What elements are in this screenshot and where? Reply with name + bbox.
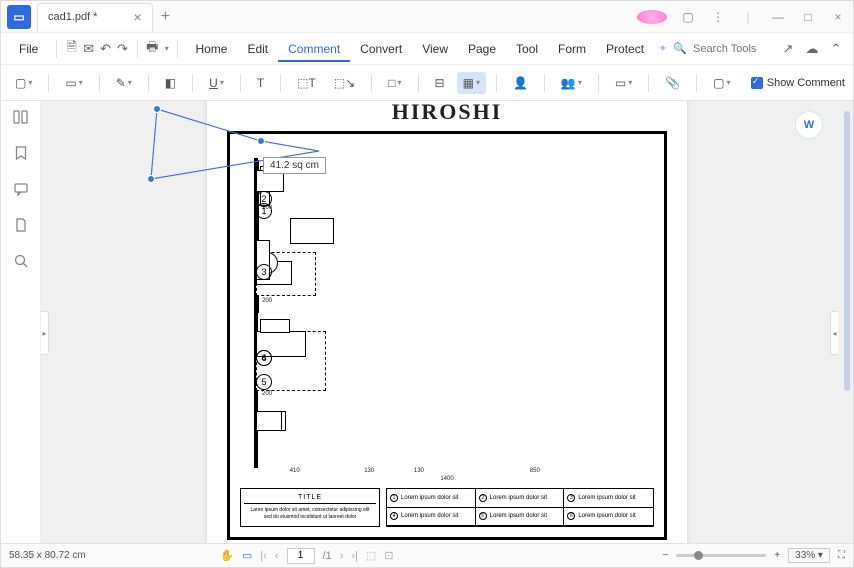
legend-item: 3Lorem ipsum dolor sit xyxy=(564,489,653,508)
measurement-readout: 41.2 sq cm xyxy=(263,157,326,174)
title-block: TITLE Laren ipsum dolor sit amet, consec… xyxy=(240,488,380,527)
legend-item: 2Lorem ipsum dolor sit xyxy=(476,489,565,508)
statusbar: 58.35 x 80.72 cm ✋ ▭ |‹ ‹ /1 › ›| ⬚ ⊡ − … xyxy=(1,543,853,567)
tab-title: cad1.pdf * xyxy=(48,11,98,23)
hand-tool-icon[interactable]: ✋ xyxy=(220,549,234,562)
menu-view[interactable]: View xyxy=(412,38,458,60)
search-icon: 🔍 xyxy=(673,42,687,55)
search-input[interactable] xyxy=(693,43,773,55)
page-input[interactable] xyxy=(287,548,315,564)
menu-convert[interactable]: Convert xyxy=(350,38,412,60)
first-page-icon[interactable]: |‹ xyxy=(260,550,267,562)
word-export-button[interactable]: W xyxy=(795,111,823,139)
note-tool[interactable]: ▢▾ xyxy=(9,72,38,94)
menu-form[interactable]: Form xyxy=(548,38,596,60)
kebab-icon[interactable]: ⋮ xyxy=(703,10,733,24)
legend-item: 4Lorem ipsum dolor sit xyxy=(387,508,476,527)
titlebar: ▭ cad1.pdf * × + ▢ ⋮ | — □ × xyxy=(1,1,853,33)
zoom-level[interactable]: 33% ▾ xyxy=(788,548,830,563)
undo-icon[interactable]: ↶ xyxy=(99,41,112,57)
close-button[interactable]: × xyxy=(823,10,853,24)
redo-icon[interactable]: ↷ xyxy=(116,41,129,57)
cloud-icon[interactable]: ☁ xyxy=(803,41,821,57)
shape-tool[interactable]: □▾ xyxy=(382,72,407,94)
callout-tool[interactable]: ⬚↘ xyxy=(328,72,361,94)
menu-protect[interactable]: Protect xyxy=(596,38,654,60)
measure-handle[interactable] xyxy=(153,105,161,113)
stamp-person-tool[interactable]: 👤 xyxy=(507,72,534,94)
signature-tool[interactable]: 👥▾ xyxy=(555,72,588,94)
menu-home[interactable]: Home xyxy=(185,38,237,60)
legend-item: 1Lorem ipsum dolor sit xyxy=(387,489,476,508)
last-page-icon[interactable]: ›| xyxy=(351,550,358,562)
next-page-icon[interactable]: › xyxy=(340,550,344,562)
notify-icon[interactable]: ▢ xyxy=(673,10,703,24)
account-icon[interactable] xyxy=(637,10,667,24)
menubar: File 🗎 ✉ ↶ ↷ 🖶 ▾ HomeEditCommentConvertV… xyxy=(1,33,853,65)
comments-icon[interactable] xyxy=(13,181,29,197)
attachments-icon[interactable] xyxy=(13,217,29,233)
legend: 1Lorem ipsum dolor sit2Lorem ipsum dolor… xyxy=(386,488,654,527)
fit-width-icon[interactable]: ⬚ xyxy=(366,549,376,562)
chevron-up-icon[interactable]: ⌃ xyxy=(827,41,845,57)
search-panel-icon[interactable] xyxy=(13,253,29,269)
mail-icon[interactable]: ✉ xyxy=(82,41,95,57)
text-tool[interactable]: T xyxy=(251,72,270,94)
pencil-tool[interactable]: ✎▾ xyxy=(110,72,138,94)
zoom-slider[interactable] xyxy=(676,554,766,557)
measure-distance-tool[interactable]: ⊟ xyxy=(429,72,451,94)
expand-right-panel[interactable]: ◂ xyxy=(830,311,838,355)
print-icon[interactable]: 🖶 xyxy=(146,38,159,60)
attachment-tool[interactable]: 📎 xyxy=(659,72,686,94)
comment-toolbar: ▢▾ ▭▾ ✎▾ ◧ U▾ T ⬚T ⬚↘ □▾ ⊟ ▦▾ 👤 👥▾ ▭▾ 📎 … xyxy=(1,65,853,101)
minimize-button[interactable]: — xyxy=(763,10,793,24)
zoom-out-icon[interactable]: − xyxy=(662,550,668,561)
menu-page[interactable]: Page xyxy=(458,38,506,60)
textbox-tool[interactable]: ⬚T xyxy=(291,72,322,94)
doc-title: HIROSHI xyxy=(227,101,667,125)
scrollbar[interactable] xyxy=(844,111,850,391)
show-comment-toggle[interactable]: Show Comment xyxy=(751,77,845,89)
cloud-tool[interactable]: ▭▾ xyxy=(609,72,638,94)
legend-item: 6Lorem ipsum dolor sit xyxy=(564,508,653,527)
zoom-in-icon[interactable]: + xyxy=(774,550,780,561)
menu-comment[interactable]: Comment xyxy=(278,38,350,62)
measure-handle[interactable] xyxy=(147,175,155,183)
page-total: /1 xyxy=(323,550,332,562)
save-icon[interactable]: 🗎 xyxy=(65,38,78,60)
measure-area-tool[interactable]: ▦▾ xyxy=(457,72,486,94)
expand-left-panel[interactable]: ▸ xyxy=(41,311,49,355)
tab-close-icon[interactable]: × xyxy=(134,9,142,25)
ai-icon[interactable]: ✦ xyxy=(658,42,667,55)
more-tool[interactable]: ▢▾ xyxy=(707,72,736,94)
measure-handle[interactable] xyxy=(257,137,265,145)
share-icon[interactable]: ↗ xyxy=(779,41,797,57)
thumbnails-icon[interactable] xyxy=(13,109,29,125)
stamp-tool[interactable]: ▭▾ xyxy=(59,72,88,94)
file-menu[interactable]: File xyxy=(9,42,48,56)
left-rail xyxy=(1,101,41,543)
bookmarks-icon[interactable] xyxy=(13,145,29,161)
checkbox-icon xyxy=(751,77,763,89)
app-icon: ▭ xyxy=(7,5,31,29)
menu-tool[interactable]: Tool xyxy=(506,38,548,60)
maximize-button[interactable]: □ xyxy=(793,10,823,24)
select-tool-icon[interactable]: ▭ xyxy=(242,549,252,562)
eraser-tool[interactable]: ◧ xyxy=(159,72,182,94)
coords-readout: 58.35 x 80.72 cm xyxy=(9,550,86,561)
fullscreen-icon[interactable]: ⛶ xyxy=(838,550,845,561)
canvas[interactable]: W 41.2 sq cm HIROSHI 1400 420 450 520 xyxy=(41,101,853,543)
prev-page-icon[interactable]: ‹ xyxy=(275,550,279,562)
legend-item: 5Lorem ipsum dolor sit xyxy=(476,508,565,527)
fit-page-icon[interactable]: ⊡ xyxy=(384,549,393,562)
document-tab[interactable]: cad1.pdf * × xyxy=(37,3,153,31)
new-tab-button[interactable]: + xyxy=(161,8,170,26)
underline-tool[interactable]: U▾ xyxy=(203,72,230,94)
menu-edit[interactable]: Edit xyxy=(237,38,278,60)
